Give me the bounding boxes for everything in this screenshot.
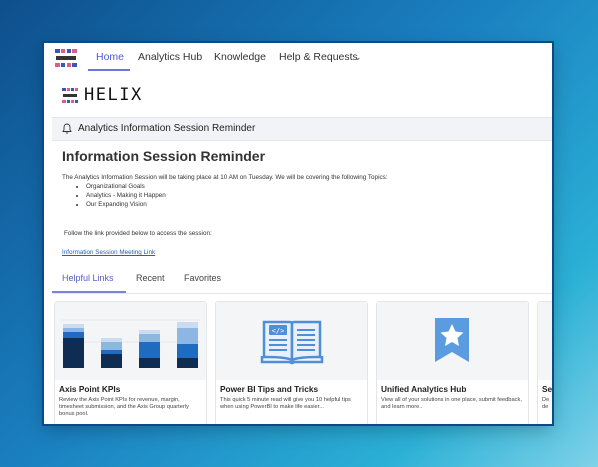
svg-text:</>: </>: [272, 327, 285, 335]
card-title: Se: [542, 384, 552, 394]
card-title: Power BI Tips and Tricks: [220, 384, 319, 394]
banner-text: Analytics Information Session Reminder: [78, 123, 256, 134]
brand-wordmark: HELIX: [84, 85, 143, 105]
nav-knowledge[interactable]: Knowledge: [214, 51, 266, 63]
topic-item: Analytics - Making it Happen: [86, 191, 166, 200]
links-tabs: Helpful Links Recent Favorites: [52, 265, 552, 294]
card-thumbnail: [55, 302, 206, 380]
nav-analytics-hub[interactable]: Analytics Hub: [138, 51, 202, 63]
nav-active-indicator: [88, 69, 130, 71]
card-unified-analytics-hub[interactable]: Unified Analytics Hub View all of your s…: [376, 301, 529, 424]
card-power-bi-tips[interactable]: </> Power BI Tips and Tricks This quick …: [215, 301, 368, 424]
topic-item: Organizational Goals: [86, 182, 166, 191]
card-thumbnail: [538, 302, 552, 380]
card-title: Unified Analytics Hub: [381, 384, 467, 394]
nav-home[interactable]: Home: [96, 51, 124, 63]
star-badge-icon: [377, 302, 528, 380]
top-nav: Home Analytics Hub Knowledge Help & Requ…: [44, 43, 552, 73]
card-description: De de: [542, 397, 550, 410]
tab-favorites[interactable]: Favorites: [184, 273, 221, 283]
topic-item: Our Expanding Vision: [86, 200, 166, 209]
helix-logo-icon[interactable]: [54, 47, 78, 69]
chevron-down-icon[interactable]: ⌄: [354, 52, 362, 63]
meeting-link[interactable]: Information Session Meeting Link: [62, 249, 155, 256]
card-thumbnail: [377, 302, 528, 380]
bell-icon: [62, 123, 72, 134]
card-description: View all of your solutions in one place,…: [381, 397, 522, 410]
topic-list: Organizational Goals Analytics - Making …: [78, 182, 166, 209]
nav-help-requests[interactable]: Help & Requests: [279, 51, 358, 63]
announcement-intro: The Analytics Information Session will b…: [62, 174, 388, 181]
reminder-banner[interactable]: Analytics Information Session Reminder: [52, 117, 552, 141]
card-title: Axis Point KPIs: [59, 384, 121, 394]
follow-instruction: Follow the link provided below to access…: [64, 230, 212, 237]
tab-recent[interactable]: Recent: [136, 273, 165, 283]
bar-chart-thumbnail-icon: [55, 302, 206, 380]
card-thumbnail: </>: [216, 302, 367, 380]
browser-window: Home Analytics Hub Knowledge Help & Requ…: [44, 43, 552, 424]
card-description: This quick 5 minute read will give you 1…: [220, 397, 351, 410]
card-description: Review the Axis Point KPIs for revenue, …: [59, 397, 189, 417]
tab-helpful-links[interactable]: Helpful Links: [62, 273, 114, 283]
card-axis-point-kpis[interactable]: Axis Point KPIs Review the Axis Point KP…: [54, 301, 207, 424]
card-partial[interactable]: Se De de: [537, 301, 552, 424]
helix-mark-icon: [62, 88, 78, 103]
book-code-icon: </>: [216, 302, 367, 380]
announcement-title: Information Session Reminder: [62, 148, 266, 164]
tab-active-indicator: [52, 291, 126, 293]
